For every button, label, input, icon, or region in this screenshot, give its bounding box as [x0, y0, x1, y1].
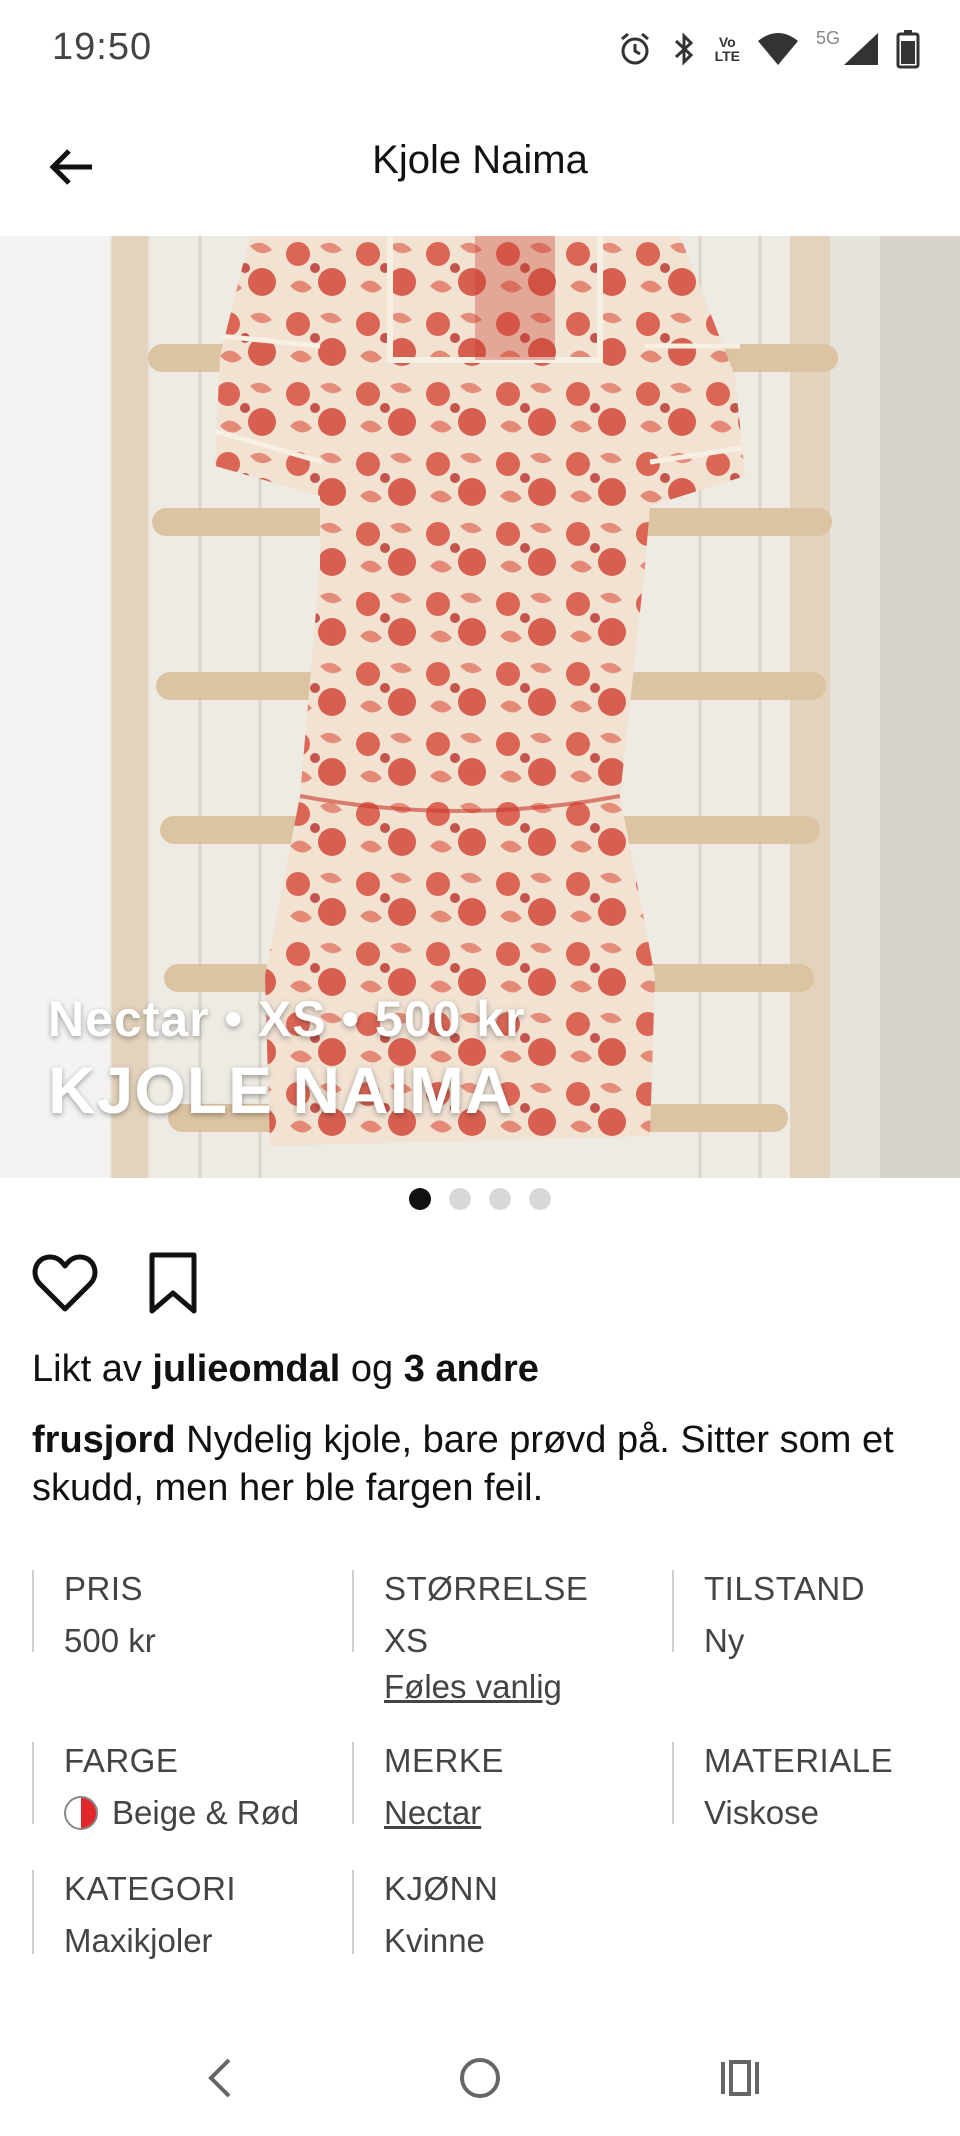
likes-text: Likt av julieomdal og 3 andre	[32, 1348, 539, 1391]
app-header: Kjole Naima	[0, 96, 960, 236]
product-photo[interactable]: Nectar • XS • 500 kr KJOLE NAIMA	[0, 236, 960, 1178]
attr-condition: TILSTAND Ny	[672, 1570, 866, 1659]
battery-icon	[896, 29, 920, 69]
attr-condition-label: TILSTAND	[704, 1570, 866, 1607]
system-nav-bar	[0, 2040, 960, 2120]
seller-username[interactable]: frusjord	[32, 1419, 176, 1461]
nav-back-button[interactable]	[185, 2045, 255, 2115]
attr-condition-value: Ny	[704, 1622, 745, 1659]
nav-home-icon	[458, 2056, 502, 2105]
bookmark-icon	[147, 1251, 199, 1320]
status-time: 19:50	[52, 26, 153, 68]
attr-brand-label: MERKE	[384, 1742, 504, 1779]
attr-category-value: Maxikjoler	[64, 1922, 213, 1959]
photo-overlay: Nectar • XS • 500 kr KJOLE NAIMA	[48, 990, 526, 1128]
attr-color-value-row: Beige & Rød	[64, 1794, 299, 1832]
likes-others[interactable]: 3 andre	[404, 1348, 539, 1390]
size-fit-link[interactable]: Føles vanlig	[384, 1668, 588, 1706]
volte-top: Vo	[718, 34, 736, 50]
carousel-dot-2[interactable]	[449, 1188, 471, 1210]
attr-price: PRIS 500 kr	[32, 1570, 156, 1659]
heart-icon	[32, 1253, 98, 1318]
description: frusjord Nydelig kjole, bare prøvd på. S…	[32, 1416, 932, 1512]
attr-category-label: KATEGORI	[64, 1870, 237, 1907]
attr-size: STØRRELSE XS Føles vanlig	[352, 1570, 589, 1705]
attr-gender-value: Kvinne	[384, 1922, 485, 1959]
attr-category: KATEGORI Maxikjoler	[32, 1870, 237, 1959]
attr-price-value: 500 kr	[64, 1622, 156, 1659]
attr-price-label: PRIS	[64, 1570, 144, 1607]
attr-gender: KJØNN Kvinne	[352, 1870, 499, 1959]
bluetooth-icon	[669, 31, 699, 67]
attr-material: MATERIALE Viskose	[672, 1742, 894, 1831]
page-title: Kjole Naima	[372, 138, 588, 182]
likes-user[interactable]: julieomdal	[152, 1348, 340, 1390]
attr-brand: MERKE Nectar	[352, 1742, 504, 1831]
save-button[interactable]	[138, 1250, 208, 1320]
attr-material-value: Viskose	[704, 1794, 819, 1831]
wifi-icon	[756, 31, 800, 67]
network-type: 5G	[815, 27, 840, 48]
like-button[interactable]	[30, 1250, 100, 1320]
nav-back-icon	[205, 2056, 235, 2105]
photo-title: KJOLE NAIMA	[48, 1053, 514, 1127]
attr-size-label: STØRRELSE	[384, 1570, 589, 1607]
attr-color: FARGE Beige & Rød	[32, 1742, 299, 1831]
photo-subtitle: Nectar • XS • 500 kr	[48, 991, 526, 1047]
brand-link[interactable]: Nectar	[384, 1794, 504, 1832]
volte-icon: Vo LTE	[715, 35, 740, 63]
likes-prefix: Likt av	[32, 1348, 153, 1390]
action-bar	[30, 1250, 208, 1320]
status-bar: 19:50 Vo LTE 5G	[0, 0, 960, 96]
likes-middle: og	[340, 1348, 404, 1390]
attr-color-value: Beige & Rød	[112, 1794, 300, 1831]
attr-gender-label: KJØNN	[384, 1870, 499, 1907]
attr-color-label: FARGE	[64, 1742, 179, 1779]
nav-home-button[interactable]	[445, 2045, 515, 2115]
status-icons: Vo LTE 5G	[617, 24, 920, 74]
alarm-icon	[617, 31, 653, 67]
carousel-dot-4[interactable]	[529, 1188, 551, 1210]
attr-material-label: MATERIALE	[704, 1742, 894, 1779]
signal-icon	[842, 31, 880, 67]
carousel-dots	[0, 1188, 960, 1210]
nav-recents-button[interactable]	[705, 2045, 775, 2115]
carousel-dot-3[interactable]	[489, 1188, 511, 1210]
nav-recents-icon	[717, 2058, 763, 2103]
volte-bottom: LTE	[714, 48, 740, 64]
color-swatch-icon	[64, 1796, 98, 1830]
attr-size-value: XS	[384, 1622, 429, 1659]
carousel-dot-1[interactable]	[409, 1188, 431, 1210]
